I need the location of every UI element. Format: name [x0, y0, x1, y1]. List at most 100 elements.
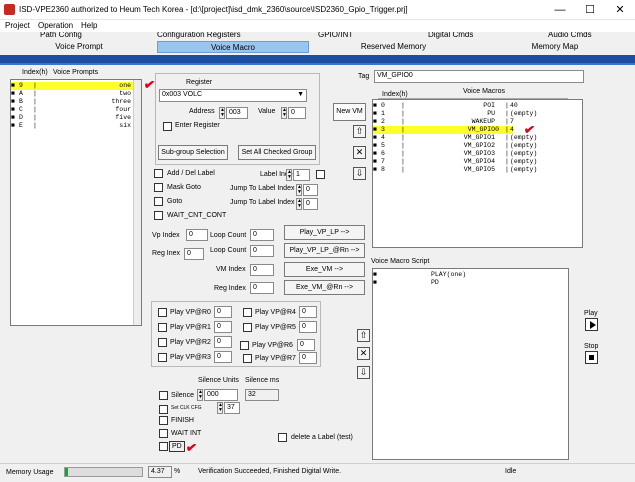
address-input[interactable]: 003: [226, 107, 248, 119]
exe-vm-button[interactable]: Exe_VM -->: [284, 262, 365, 277]
play-vp-r6-input[interactable]: 0: [297, 339, 315, 351]
loop-count-input-1[interactable]: 0: [250, 229, 274, 241]
play-vp-r3-input[interactable]: 0: [214, 351, 232, 363]
silence-units-spinner[interactable]: ▲ ▼: [197, 389, 203, 401]
tab-reserved-memory[interactable]: Reserved Memory: [311, 41, 476, 53]
jump-1-input[interactable]: 0: [303, 184, 318, 196]
play-vp-r2-input[interactable]: 0: [214, 336, 232, 348]
register-select[interactable]: 0x003 VOLC ▼: [159, 89, 307, 102]
voice-macros-list[interactable]: ■ 0 | POI | 40 ■ 1 | PU | (empty) ■ 2 | WAKEUP | 7 ■ 3 | V…: [372, 99, 583, 248]
scrollbar[interactable]: [133, 80, 141, 325]
menu-project[interactable]: Project: [5, 21, 30, 30]
play-vp-r5-input[interactable]: 0: [299, 321, 317, 333]
delete-label-checkbox[interactable]: [278, 433, 287, 442]
mask-goto-checkbox[interactable]: [154, 183, 163, 192]
play-vp-r1-input[interactable]: 0: [214, 321, 232, 333]
script-line[interactable]: ■ PD: [373, 279, 563, 287]
clk-cfg-input[interactable]: 37: [224, 402, 240, 414]
play-vp-r5-checkbox[interactable]: [243, 323, 252, 332]
list-item[interactable]: ■ 8 | VM_GPIO5 | (empty): [373, 166, 573, 174]
label-index-spinner[interactable]: ▲ ▼: [286, 169, 292, 181]
silence-units-input[interactable]: 000: [204, 389, 238, 401]
value-spinner[interactable]: ▲ ▼: [281, 107, 287, 119]
script-move-down-icon[interactable]: ⇩: [357, 366, 370, 379]
script-delete-icon[interactable]: ✕: [357, 347, 370, 360]
move-down-icon[interactable]: ⇩: [353, 167, 366, 180]
value-input[interactable]: 0: [288, 107, 306, 119]
list-item[interactable]: ■ 4 | VM_GPIO1 | (empty): [373, 134, 573, 142]
script-move-up-icon[interactable]: ⇧: [357, 329, 370, 342]
loop-count-input-2[interactable]: 0: [250, 245, 274, 257]
reg-index-input[interactable]: 0: [250, 282, 274, 294]
list-item[interactable]: ■ 3 | VM_GPIO0 | 4: [373, 126, 514, 134]
play-vp-lp-button[interactable]: Play_VP_LP -->: [284, 225, 365, 240]
list-item[interactable]: ■ E | six: [11, 122, 133, 130]
script-line[interactable]: ■ PLAY(one): [373, 271, 563, 279]
tab-memory-map[interactable]: Memory Map: [478, 41, 632, 53]
minimize-button[interactable]: —: [545, 0, 575, 20]
list-item[interactable]: ■ C | four: [11, 106, 133, 114]
voice-prompts-list[interactable]: ■ 9 | one ■ A | two ■ B | three ■ C | four ■ D | five ■…: [10, 79, 142, 326]
add-del-label-checkbox[interactable]: [154, 169, 163, 178]
tag-input[interactable]: VM_GPIO0: [374, 70, 584, 83]
play-vp-r2-checkbox[interactable]: [158, 338, 167, 347]
list-item[interactable]: ■ 2 | WAKEUP | 7: [373, 118, 573, 126]
address-spinner[interactable]: ▲ ▼: [219, 107, 225, 119]
play-vp-r7-input[interactable]: 0: [299, 352, 317, 364]
tab-voice-prompt[interactable]: Voice Prompt: [3, 41, 155, 53]
exe-vm-rn-button[interactable]: Exe_VM_@Rn -->: [284, 280, 365, 295]
play-vp-r7-checkbox[interactable]: [243, 354, 252, 363]
list-item[interactable]: ■ 5 | VM_GPIO2 | (empty): [373, 142, 573, 150]
delete-icon[interactable]: ✕: [353, 146, 366, 159]
enter-register-checkbox[interactable]: [163, 122, 172, 131]
move-up-icon[interactable]: ⇧: [353, 125, 366, 138]
vm-index-input[interactable]: 0: [250, 264, 274, 276]
play-button[interactable]: [585, 318, 598, 331]
play-vp-r4-input[interactable]: 0: [299, 306, 317, 318]
silence-checkbox[interactable]: [159, 391, 168, 400]
list-item[interactable]: ■ 0 | POI | 40: [373, 102, 573, 110]
finish-checkbox[interactable]: [159, 416, 168, 425]
play-vp-r0-checkbox[interactable]: [158, 308, 167, 317]
set-clk-cfg-checkbox[interactable]: [159, 405, 168, 414]
tab-gpio-int[interactable]: GPIO/INT: [318, 32, 353, 41]
list-item[interactable]: ■ 6 | VM_GPIO3 | (empty): [373, 150, 573, 158]
label-index-checkbox[interactable]: [316, 170, 325, 179]
play-vp-r4-checkbox[interactable]: [243, 308, 252, 317]
wait-int-checkbox[interactable]: [159, 429, 168, 438]
maximize-button[interactable]: ☐: [575, 0, 605, 20]
list-item[interactable]: ■ 7 | VM_GPIO4 | (empty): [373, 158, 573, 166]
reg-inex-input[interactable]: 0: [184, 248, 204, 260]
stop-button[interactable]: [585, 351, 598, 364]
tab-voice-macro[interactable]: Voice Macro: [157, 41, 309, 53]
new-vm-button[interactable]: New VM: [333, 103, 366, 121]
play-vp-r1-checkbox[interactable]: [158, 323, 167, 332]
list-item[interactable]: ■ D | five: [11, 114, 133, 122]
clk-cfg-spinner[interactable]: ▲ ▼: [217, 402, 223, 414]
tab-digital-cmds[interactable]: Digital Cmds: [428, 32, 473, 41]
play-vp-r3-checkbox[interactable]: [158, 353, 167, 362]
goto-checkbox[interactable]: [154, 197, 163, 206]
list-item[interactable]: ■ B | three: [11, 98, 133, 106]
set-all-checked-group-button[interactable]: Set All Checked Group: [238, 145, 316, 160]
close-button[interactable]: ✕: [605, 0, 635, 20]
play-vp-r6-checkbox[interactable]: [240, 341, 249, 350]
jump-2-input[interactable]: 0: [303, 198, 318, 210]
list-item[interactable]: ■ 1 | PU | (empty): [373, 110, 573, 118]
tab-audio-cmds[interactable]: Audio Cmds: [548, 32, 592, 41]
voice-macro-script[interactable]: ■ PLAY(one) ■ PD: [372, 268, 569, 460]
menu-operation[interactable]: Operation: [38, 21, 73, 30]
wait-cnt-cont-checkbox[interactable]: [154, 211, 163, 220]
jump-1-spinner[interactable]: ▲ ▼: [296, 184, 302, 196]
menu-help[interactable]: Help: [81, 21, 97, 30]
pd-checkbox[interactable]: [159, 442, 168, 451]
play-vp-r0-input[interactable]: 0: [214, 306, 232, 318]
subgroup-selection-button[interactable]: Sub-group Selection: [158, 145, 228, 160]
jump-2-spinner[interactable]: ▲ ▼: [296, 198, 302, 210]
tab-configuration-registers[interactable]: Configuration Registers: [157, 32, 241, 41]
play-vp-lp-rn-button[interactable]: Play_VP_LP_@Rn -->: [284, 243, 365, 258]
list-item[interactable]: ■ 9 | one: [11, 82, 133, 90]
tab-path-config[interactable]: Path Config: [40, 32, 82, 41]
label-index-input[interactable]: 1: [293, 169, 310, 181]
vp-index-input[interactable]: 0: [186, 229, 208, 241]
